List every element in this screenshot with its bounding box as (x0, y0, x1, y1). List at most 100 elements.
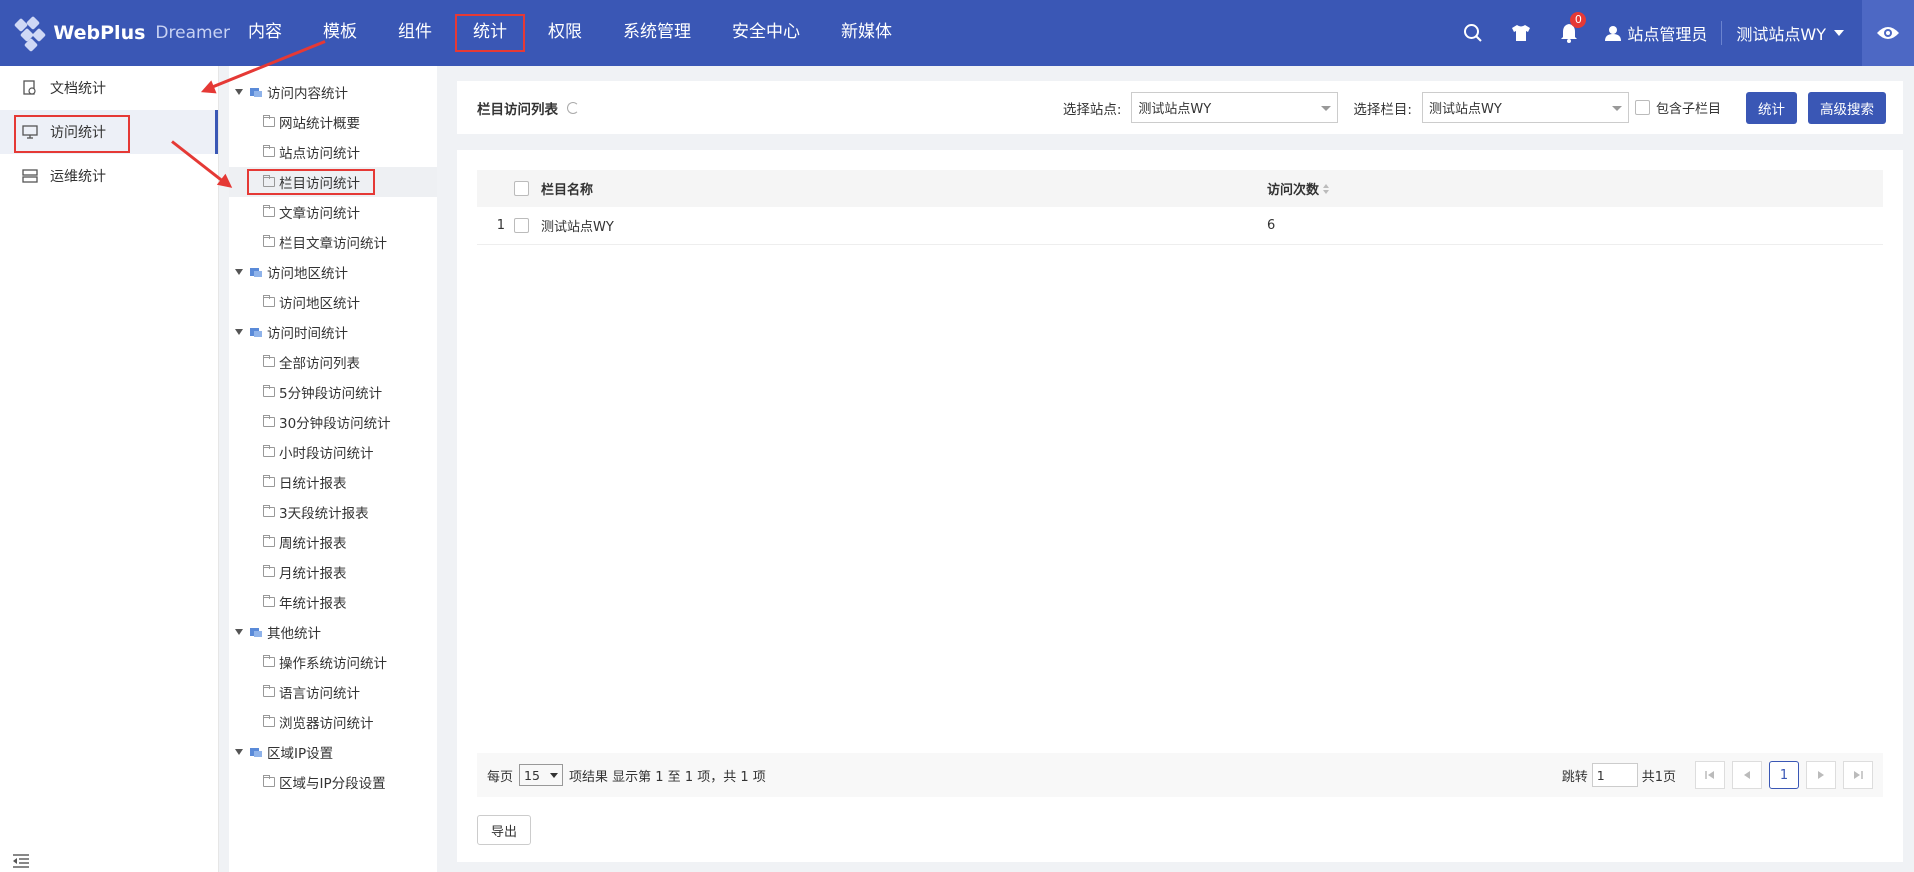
current-page-button[interactable]: 1 (1769, 761, 1799, 789)
pagination-bar: 每页 15 项结果 显示第 1 至 1 项，共 1 项 跳转 1 共1页 1 (477, 753, 1883, 797)
tree-group-label: 访问内容统计 (267, 86, 348, 102)
row-checkbox[interactable] (513, 218, 529, 233)
row-index: 1 (496, 218, 505, 233)
select-all-checkbox[interactable] (513, 181, 529, 196)
eye-icon (1877, 27, 1899, 39)
first-page-icon (1705, 771, 1714, 779)
site-switcher[interactable]: 测试站点WY (1736, 21, 1844, 45)
user-name: 站点管理员 (1627, 25, 1708, 44)
nav-statistics[interactable]: 统计 (455, 14, 525, 52)
sort-icon[interactable] (1323, 183, 1330, 194)
tree-group-region-ip[interactable]: 区域IP设置 (229, 737, 437, 767)
expand-icon[interactable] (235, 329, 243, 335)
jump-page-input[interactable]: 1 (1591, 763, 1638, 787)
site-select-label: 选择站点: (1062, 101, 1122, 118)
include-subcolumn-checkbox[interactable] (1634, 100, 1650, 115)
sidebar-item-ops-stats[interactable]: 运维统计 (0, 154, 218, 198)
last-page-button[interactable] (1843, 761, 1873, 789)
tree-item-column-visit-stats[interactable]: 栏目访问统计 (229, 167, 437, 197)
nav-security-center[interactable]: 安全中心 (716, 16, 816, 50)
user-icon (1605, 26, 1622, 41)
tree-group-region-stats[interactable]: 访问地区统计 (229, 257, 437, 287)
nav-system-management[interactable]: 系统管理 (607, 16, 707, 50)
tree-item[interactable]: 日统计报表 (229, 467, 437, 497)
tree-group-label: 区域IP设置 (267, 746, 334, 762)
tree-item-label: 区域与IP分段设置 (279, 776, 386, 792)
nav-new-media[interactable]: 新媒体 (825, 16, 908, 50)
tree-item[interactable]: 全部访问列表 (229, 347, 437, 377)
tree-item[interactable]: 月统计报表 (229, 557, 437, 587)
per-page-select[interactable]: 15 (519, 764, 564, 786)
tree-group-content-stats[interactable]: 访问内容统计 (229, 77, 437, 107)
tree-item-label: 访问地区统计 (279, 296, 360, 312)
top-right-tools: 0 站点管理员 测试站点WY (1449, 0, 1914, 66)
tree-group-time-stats[interactable]: 访问时间统计 (229, 317, 437, 347)
tree-item[interactable]: 语言访问统计 (229, 677, 437, 707)
folder-outline-icon (263, 115, 275, 127)
first-page-button[interactable] (1695, 761, 1725, 789)
folder-outline-icon (263, 385, 275, 397)
include-subcolumn-label: 包含子栏目 (1655, 102, 1721, 117)
folder-outline-icon (263, 535, 275, 547)
nav-component[interactable]: 组件 (382, 16, 448, 50)
tree-item[interactable]: 访问地区统计 (229, 287, 437, 317)
prev-page-button[interactable] (1732, 761, 1762, 789)
folder-outline-icon (263, 205, 275, 217)
tree-item[interactable]: 网站统计概要 (229, 107, 437, 137)
statistics-button[interactable]: 统计 (1746, 91, 1797, 124)
column-select-label: 选择栏目: (1353, 101, 1412, 118)
table-row[interactable]: 1 测试站点WY 6 (477, 207, 1883, 245)
page-title: 栏目访问列表 (477, 101, 558, 118)
nav-content[interactable]: 内容 (232, 16, 298, 50)
advanced-search-button[interactable]: 高级搜索 (1808, 91, 1886, 124)
tree-item[interactable]: 文章访问统计 (229, 197, 437, 227)
tree-item[interactable]: 栏目文章访问统计 (229, 227, 437, 257)
nav-permission[interactable]: 权限 (532, 16, 598, 50)
next-page-button[interactable] (1806, 761, 1836, 789)
tree-item[interactable]: 站点访问统计 (229, 137, 437, 167)
tree-item[interactable]: 周统计报表 (229, 527, 437, 557)
logo[interactable]: WebPlus Dreamer (0, 0, 230, 66)
folder-outline-icon (263, 715, 275, 727)
search-icon[interactable] (1458, 18, 1488, 48)
refresh-icon[interactable] (567, 101, 579, 114)
sidebar-item-document-stats[interactable]: 文档统计 (0, 66, 218, 110)
expand-icon[interactable] (235, 89, 243, 95)
tree-group-label: 访问地区统计 (267, 266, 348, 282)
expand-icon[interactable] (235, 269, 243, 275)
notification-badge: 0 (1570, 12, 1587, 28)
stat-category-sidebar: 文档统计 访问统计 运维统计 (0, 66, 219, 872)
expand-icon[interactable] (235, 629, 243, 635)
next-page-icon (1818, 771, 1824, 779)
header-visit-count[interactable]: 访问次数 (1263, 179, 1883, 198)
folder-outline-icon (263, 145, 275, 157)
tree-item[interactable]: 30分钟段访问统计 (229, 407, 437, 437)
tree-item-label: 日统计报表 (279, 476, 347, 492)
tree-item[interactable]: 小时段访问统计 (229, 437, 437, 467)
user-menu[interactable]: 站点管理员 (1605, 21, 1707, 45)
preview-button[interactable] (1862, 0, 1914, 66)
site-select[interactable]: 测试站点WY (1131, 92, 1339, 123)
tree-item[interactable]: 操作系统访问统计 (229, 647, 437, 677)
folder-outline-icon (263, 505, 275, 517)
column-select[interactable]: 测试站点WY (1421, 92, 1629, 123)
site-select-value: 测试站点WY (1138, 102, 1212, 117)
document-icon (22, 80, 38, 96)
site-name: 测试站点WY (1736, 25, 1826, 44)
expand-icon[interactable] (235, 749, 243, 755)
main-nav: 内容 模板 组件 统计 权限 系统管理 安全中心 新媒体 (232, 0, 917, 66)
tree-item[interactable]: 区域与IP分段设置 (229, 767, 437, 797)
sidebar-item-label: 文档统计 (50, 81, 106, 97)
tree-group-other-stats[interactable]: 其他统计 (229, 617, 437, 647)
tree-item[interactable]: 浏览器访问统计 (229, 707, 437, 737)
theme-shirt-icon[interactable] (1506, 18, 1536, 48)
header-column-name[interactable]: 栏目名称 (535, 179, 1263, 198)
bell-icon[interactable]: 0 (1554, 12, 1587, 48)
collapse-sidebar-icon[interactable] (12, 854, 30, 868)
tree-item-label: 5分钟段访问统计 (279, 386, 383, 402)
tree-item-label: 站点访问统计 (279, 146, 360, 162)
tree-item[interactable]: 年统计报表 (229, 587, 437, 617)
tree-item[interactable]: 5分钟段访问统计 (229, 377, 437, 407)
tree-item[interactable]: 3天段统计报表 (229, 497, 437, 527)
export-button[interactable]: 导出 (477, 815, 531, 845)
